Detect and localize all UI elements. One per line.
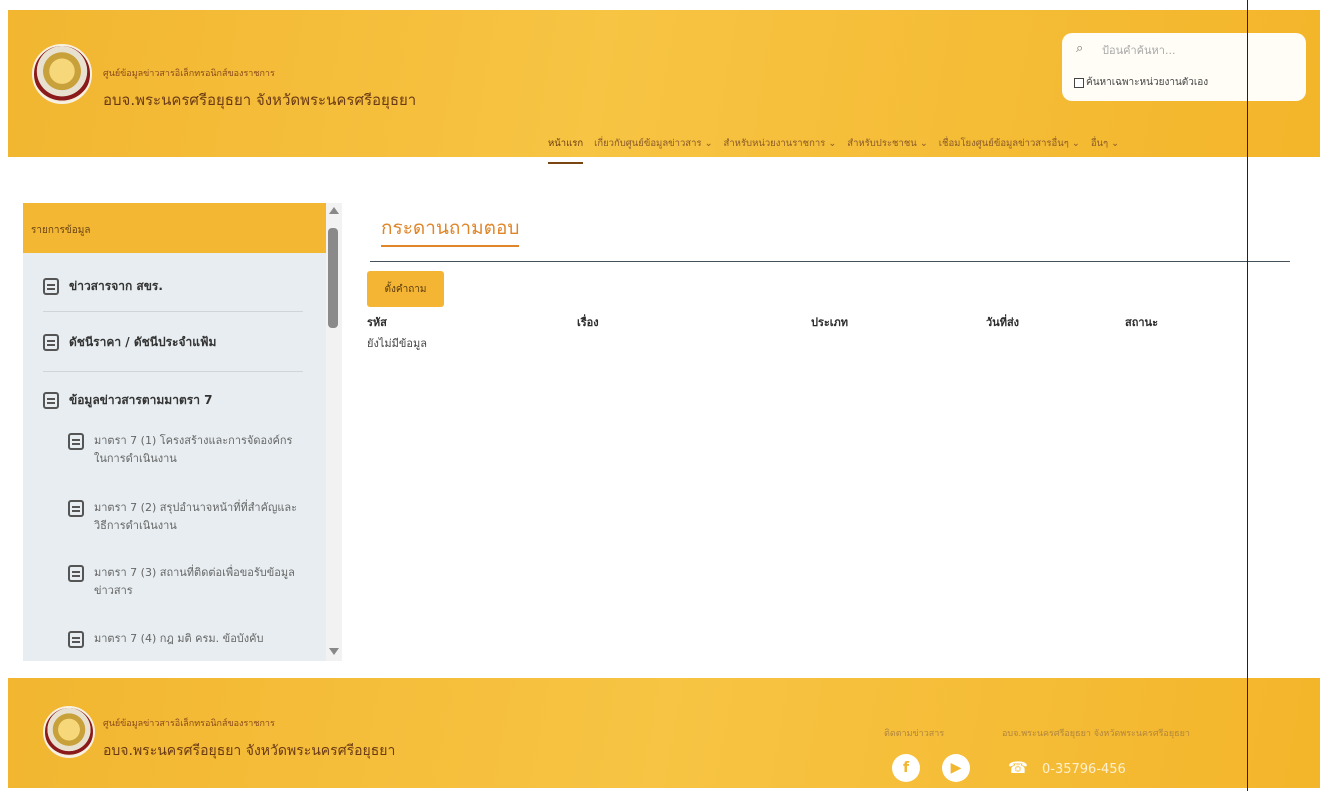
nav-more[interactable]: อื่นๆ ⌄: [1091, 136, 1119, 151]
column-header-id: รหัส: [367, 316, 387, 329]
scroll-up-icon[interactable]: [329, 207, 339, 214]
site-footer: ศูนย์ข้อมูลข่าวสารอิเล็กทรอนิกส์ของราชกา…: [8, 678, 1320, 788]
sidebar-item-label: ดัชนีราคา / ดัชนีประจำแฟ้ม: [69, 335, 217, 349]
divider: [43, 371, 303, 372]
sidebar-scrollbar[interactable]: [326, 203, 342, 661]
brand-title[interactable]: อบจ.พระนครศรีอยุธยา จังหวัดพระนครศรีอยุธ…: [103, 88, 416, 112]
phone-icon: ☎: [1008, 758, 1028, 777]
chevron-down-icon: ⌄: [919, 138, 928, 149]
empty-message: ยังไม่มีข้อมูล: [367, 337, 427, 350]
document-icon: [43, 392, 59, 409]
brand-subtitle: ศูนย์ข้อมูลข่าวสารอิเล็กทรอนิกส์ของราชกา…: [103, 69, 275, 79]
sidebar-item-label: ข้อมูลข่าวสารตามมาตรา 7: [69, 393, 213, 407]
page-title: กระดานถามตอบ: [381, 213, 520, 247]
sidebar-subitem-7-3[interactable]: มาตรา 7 (3) สถานที่ติดต่อเพื่อขอรับข้อมู…: [68, 564, 303, 600]
search-box: ⌕ ค้นหาเฉพาะหน่วยงานตัวเอง: [1062, 33, 1306, 101]
sidebar-item-index[interactable]: ดัชนีราคา / ดัชนีประจำแฟ้ม: [43, 333, 305, 352]
sidebar: รายการข้อมูล ข่าวสารจาก สขร. ดัชนีราคา /…: [23, 203, 326, 661]
ask-question-button[interactable]: ตั้งคำถาม: [367, 271, 444, 307]
subitem-label: มาตรา 7 (2) สรุปอำนาจหน้าที่ที่สำคัญและว…: [94, 501, 298, 532]
site-header: ศูนย์ข้อมูลข่าวสารอิเล็กทรอนิกส์ของราชกา…: [8, 10, 1320, 164]
subitem-label: มาตรา 7 (1) โครงสร้างและการจัดองค์กรในกา…: [94, 434, 293, 465]
youtube-icon[interactable]: ▶: [942, 754, 970, 782]
main-nav: หน้าแรก เกี่ยวกับศูนย์ข้อมูลข่าวสาร ⌄ สำ…: [548, 136, 1119, 164]
site-logo[interactable]: [32, 44, 92, 104]
sidebar-item-label: ข่าวสารจาก สขร.: [69, 279, 163, 293]
facebook-icon[interactable]: f: [892, 754, 920, 782]
column-header-subject: เรื่อง: [577, 316, 599, 329]
search-input[interactable]: [1102, 41, 1292, 59]
column-header-status: สถานะ: [1125, 316, 1158, 329]
sidebar-subitem-7-1[interactable]: มาตรา 7 (1) โครงสร้างและการจัดองค์กรในกา…: [68, 432, 303, 468]
own-unit-label: ค้นหาเฉพาะหน่วยงานตัวเอง: [1086, 77, 1209, 88]
scrollbar-thumb[interactable]: [328, 228, 338, 328]
document-icon: [43, 334, 59, 351]
nav-home[interactable]: หน้าแรก: [548, 136, 584, 164]
column-header-date: วันที่ส่ง: [986, 316, 1020, 329]
document-icon: [43, 278, 59, 295]
sidebar-item-news[interactable]: ข่าวสารจาก สขร.: [43, 277, 305, 296]
page: ศูนย์ข้อมูลข่าวสารอิเล็กทรอนิกส์ของราชกา…: [0, 0, 1329, 791]
document-icon: [68, 565, 84, 582]
nav-public[interactable]: สำหรับประชาชน ⌄: [847, 136, 928, 151]
column-header-type: ประเภท: [811, 316, 849, 329]
subitem-label: มาตรา 7 (4) กฎ มติ ครม. ข้อบังคับ: [94, 632, 264, 645]
footer-brand-title: อบจ.พระนครศรีอยุธยา จังหวัดพระนครศรีอยุธ…: [103, 743, 396, 759]
divider: [370, 261, 1290, 262]
sidebar-subitem-7-2[interactable]: มาตรา 7 (2) สรุปอำนาจหน้าที่ที่สำคัญและว…: [68, 499, 303, 535]
chevron-down-icon: ⌄: [704, 138, 713, 149]
checkbox-box[interactable]: [1074, 77, 1084, 88]
chevron-down-icon: ⌄: [1111, 138, 1120, 149]
divider: [1247, 0, 1248, 791]
chevron-down-icon: ⌄: [1071, 138, 1080, 149]
search-icon[interactable]: ⌕: [1076, 41, 1092, 57]
divider: [43, 311, 303, 312]
follow-label: ติดตามข่าวสาร: [884, 729, 945, 739]
scroll-down-icon[interactable]: [329, 648, 339, 655]
chevron-down-icon: ⌄: [828, 138, 837, 149]
document-icon: [68, 433, 84, 450]
footer-logo: [43, 706, 95, 758]
footer-brand-subtitle: ศูนย์ข้อมูลข่าวสารอิเล็กทรอนิกส์ของราชกา…: [103, 719, 275, 729]
document-icon: [68, 631, 84, 648]
sidebar-subitem-7-4[interactable]: มาตรา 7 (4) กฎ มติ ครม. ข้อบังคับ: [68, 630, 303, 648]
nav-links[interactable]: เชื่อมโยงศูนย์ข้อมูลข่าวสารอื่นๆ ⌄: [939, 136, 1080, 151]
sidebar-heading: รายการข้อมูล: [23, 203, 326, 253]
nav-government[interactable]: สำหรับหน่วยงานราชการ ⌄: [724, 136, 837, 151]
subitem-label: มาตรา 7 (3) สถานที่ติดต่อเพื่อขอรับข้อมู…: [94, 566, 295, 597]
sidebar-item-section7[interactable]: ข้อมูลข่าวสารตามมาตรา 7: [43, 391, 305, 410]
footer-org-label: อบจ.พระนครศรีอยุธยา จังหวัดพระนครศรีอยุธ…: [1002, 729, 1190, 739]
nav-about[interactable]: เกี่ยวกับศูนย์ข้อมูลข่าวสาร ⌄: [594, 136, 712, 151]
own-unit-checkbox[interactable]: ค้นหาเฉพาะหน่วยงานตัวเอง: [1074, 75, 1208, 90]
document-icon: [68, 500, 84, 517]
phone-number[interactable]: 0-35796-456: [1042, 762, 1126, 777]
